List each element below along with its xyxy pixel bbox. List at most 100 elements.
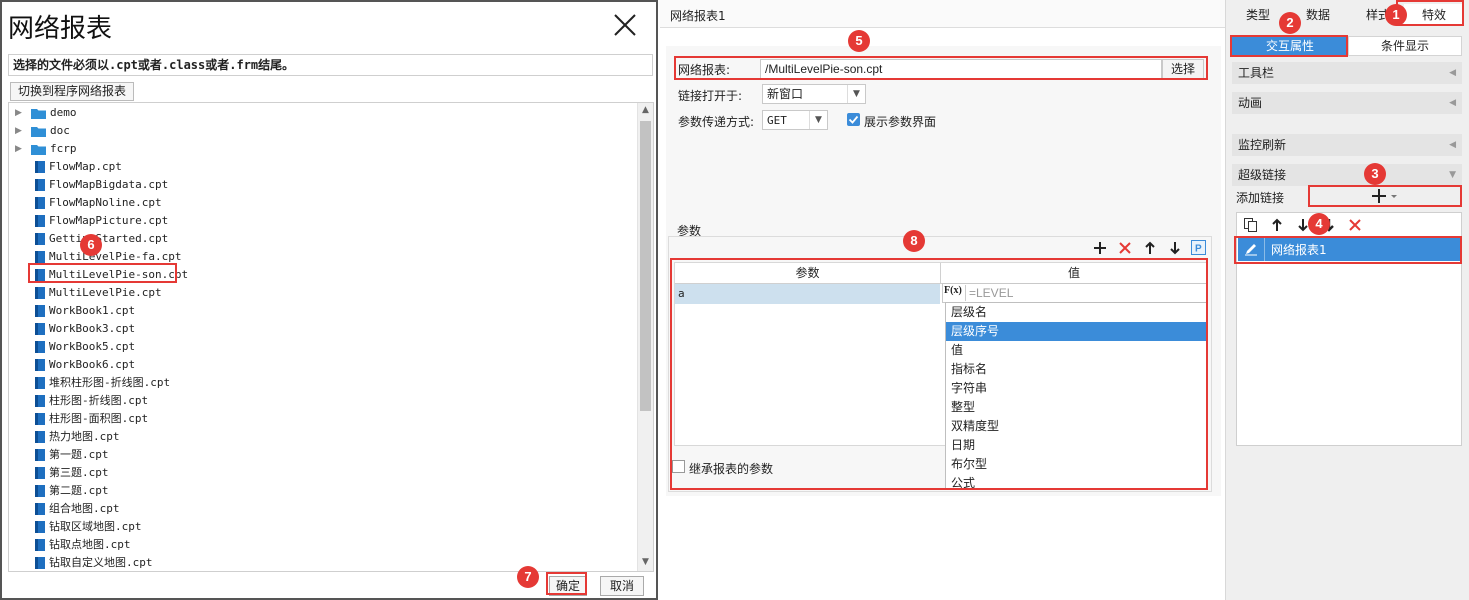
show-param-checkbox[interactable] [847,113,860,126]
tab-type[interactable]: 类型 [1238,4,1278,26]
vertical-scrollbar[interactable]: ▲ ▼ [637,103,653,571]
folder-icon [31,127,46,137]
report-file-icon [35,539,45,551]
panel-title: 网络报表1 [670,9,726,23]
report-file-icon [35,431,45,443]
tree-file[interactable]: WorkBook6.cpt [9,356,629,374]
annotation-badge-4: 4 [1308,213,1330,235]
chevron-down-icon[interactable]: ▼ [847,85,865,103]
check-icon [848,115,859,124]
tree-file[interactable]: 堆积柱形图-折线图.cpt [9,374,629,392]
section-monitor-refresh[interactable]: 监控刷新 ◀ [1232,134,1462,156]
file-label: WorkBook3.cpt [49,322,136,335]
svg-text:P: P [1195,244,1202,255]
file-label: WorkBook5.cpt [49,340,136,353]
tree-file[interactable]: MultiLevelPie.cpt [9,284,629,302]
move-up-icon[interactable] [1142,240,1158,256]
annotation-badge-7: 7 [517,566,539,588]
file-label: 第三题.cpt [49,466,109,479]
highlight-box-file [28,263,177,283]
file-label: 组合地图.cpt [49,502,120,515]
web-report-dialog: 网络报表 选择的文件必须以.cpt或者.class或者.frm结尾。 切换到程序… [0,0,658,600]
tree-file[interactable]: FlowMapPicture.cpt [9,212,629,230]
copy-icon[interactable] [1243,217,1259,233]
panel-header: 网络报表1 [660,0,1225,28]
delete-icon[interactable] [1117,240,1133,256]
delete-icon[interactable] [1347,217,1363,233]
annotation-badge-8: 8 [903,230,925,252]
report-file-icon [35,251,45,263]
report-file-icon [35,395,45,407]
parameter-icon[interactable]: P [1191,240,1206,255]
add-icon[interactable] [1092,240,1108,256]
report-file-icon [35,323,45,335]
cancel-button[interactable]: 取消 [600,576,644,596]
tree-file[interactable]: 热力地图.cpt [9,428,629,446]
section-toolbar[interactable]: 工具栏 ◀ [1232,62,1462,84]
file-label: 第一题.cpt [49,448,109,461]
tree-file[interactable]: WorkBook3.cpt [9,320,629,338]
highlight-box-link-item [1234,236,1462,264]
highlight-box-ok [546,572,587,595]
annotation-badge-6: 6 [80,234,102,256]
highlight-box-add-link [1308,185,1462,207]
section-animation[interactable]: 动画 ◀ [1232,92,1462,114]
chevron-left-icon: ◀ [1449,140,1456,150]
annotation-badge-2: 2 [1279,12,1301,34]
tree-file[interactable]: WorkBook5.cpt [9,338,629,356]
report-file-icon [35,233,45,245]
tree-folder[interactable]: ▶ fcrp [9,140,629,158]
annotation-badge-1: 1 [1385,4,1407,26]
tree-file[interactable]: 组合地图.cpt [9,500,629,518]
open-in-label: 链接打开于: [678,89,743,103]
tree-file[interactable]: WorkBook1.cpt [9,302,629,320]
annotation-badge-3: 3 [1364,163,1386,185]
tree-file[interactable]: FlowMapNoline.cpt [9,194,629,212]
report-file-icon [35,161,45,173]
switch-program-report-button[interactable]: 切换到程序网络报表 [10,82,135,101]
tree-file[interactable]: 第一题.cpt [9,446,629,464]
expand-arrow-icon[interactable]: ▶ [15,140,22,158]
tree-file[interactable]: 柱形图-折线图.cpt [9,392,629,410]
show-param-label: 展示参数界面 [864,115,937,129]
tree-file[interactable]: 钻取点地图.cpt [9,536,629,554]
tree-file[interactable]: FlowMap.cpt [9,158,629,176]
tree-file[interactable]: FlowMapBigdata.cpt [9,176,629,194]
tree-folder[interactable]: ▶ demo [9,104,629,122]
file-label: 堆积柱形图-折线图.cpt [49,376,171,389]
open-in-select[interactable]: 新窗口 ▼ [762,84,866,104]
scroll-up-icon[interactable]: ▲ [642,105,649,115]
close-icon[interactable] [612,12,638,38]
section-hyperlink[interactable]: 超级链接 ▼ [1232,164,1462,186]
move-up-icon[interactable] [1269,217,1285,233]
tree-file[interactable]: 第二题.cpt [9,482,629,500]
dialog-title: 网络报表 [8,14,113,44]
move-down-icon[interactable] [1167,240,1183,256]
report-file-icon [35,413,45,425]
expand-arrow-icon[interactable]: ▶ [15,104,22,122]
tree-file[interactable]: 柱形图-面积图.cpt [9,410,629,428]
file-label: FlowMap.cpt [49,160,122,173]
tree-file[interactable]: 第三题.cpt [9,464,629,482]
add-link-label: 添加链接 [1236,191,1285,205]
report-file-icon [35,359,45,371]
scroll-thumb[interactable] [640,121,651,411]
report-file-icon [35,467,45,479]
file-label: 柱形图-折线图.cpt [49,394,149,407]
chevron-down-icon[interactable]: ▼ [809,111,827,129]
param-method-label: 参数传递方式: [678,115,755,129]
tab-data[interactable]: 数据 [1298,4,1338,26]
file-type-hint: 选择的文件必须以.cpt或者.class或者.frm结尾。 [8,54,653,76]
tree-file[interactable]: GettingStarted.cpt [9,230,629,248]
subtab-condition[interactable]: 条件显示 [1348,36,1462,56]
tree-file[interactable]: 钻取区域地图.cpt [9,518,629,536]
report-file-icon [35,377,45,389]
scroll-down-icon[interactable]: ▼ [642,557,649,567]
file-tree: ▶ demo ▶ doc ▶ fcrp FlowMap.cpt FlowMapB… [8,102,654,572]
tree-folder[interactable]: ▶ doc [9,122,629,140]
expand-arrow-icon[interactable]: ▶ [15,122,22,140]
chevron-left-icon: ◀ [1449,98,1456,108]
param-method-select[interactable]: GET ▼ [762,110,828,130]
file-label: GettingStarted.cpt [49,232,169,245]
report-file-icon [35,449,45,461]
